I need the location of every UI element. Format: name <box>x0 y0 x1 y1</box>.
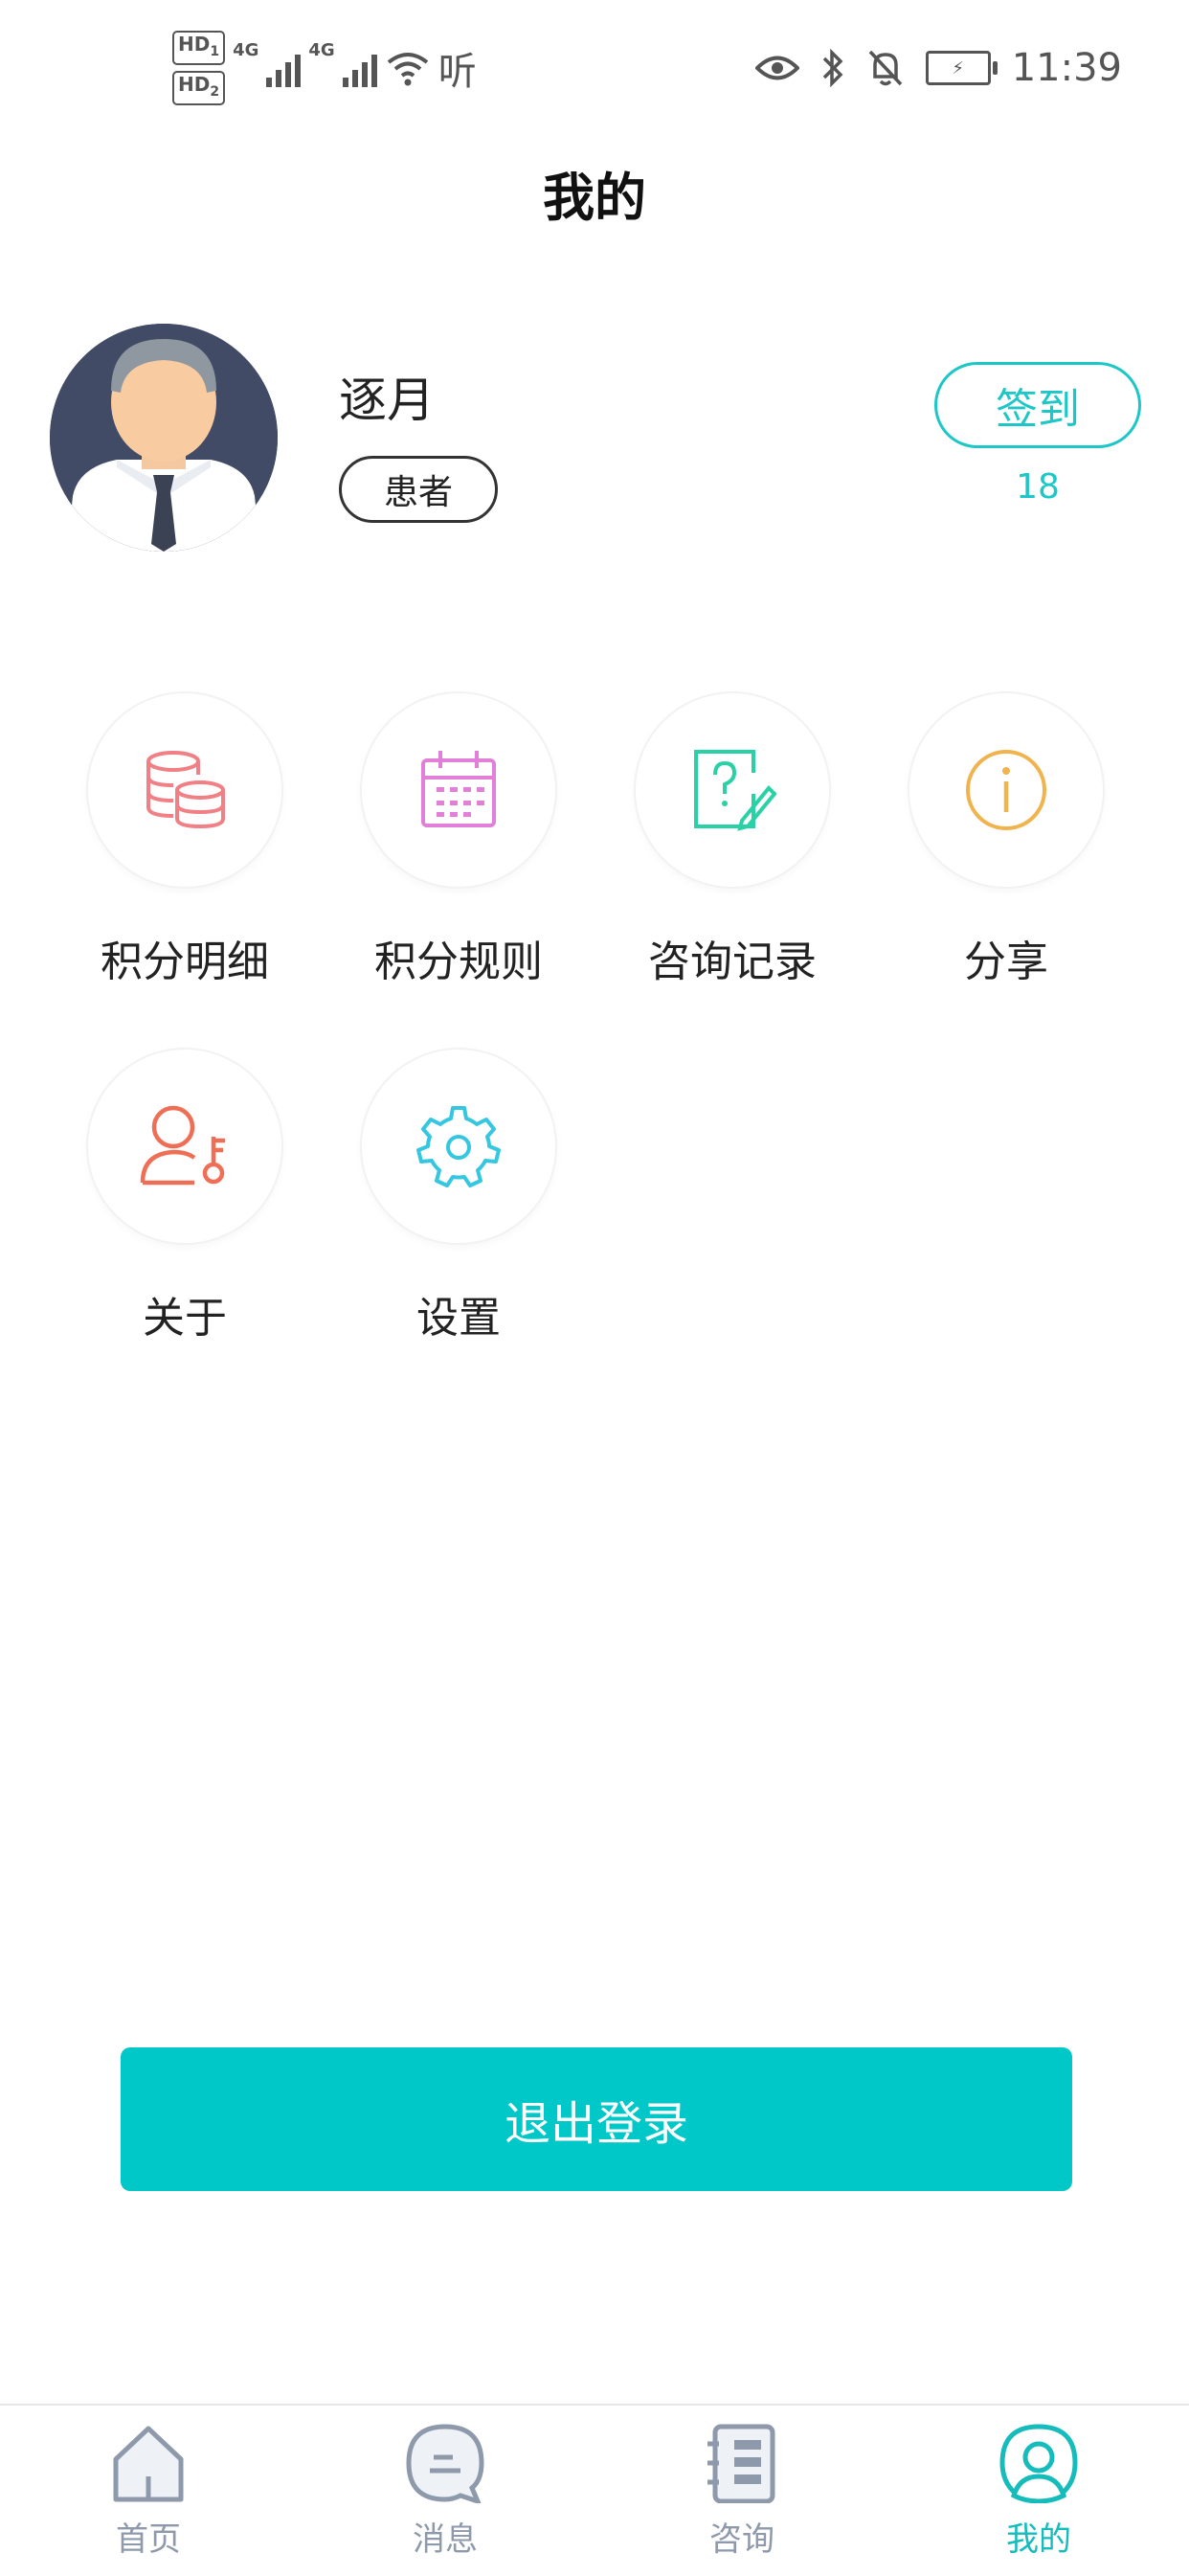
eye-icon <box>754 56 799 80</box>
signal-1-icon <box>266 49 302 87</box>
status-left: HD1 HD2 4G 4G 听 <box>172 31 477 105</box>
role-badge: 患者 <box>339 456 498 523</box>
menu-label: 分享 <box>964 938 1048 986</box>
tab-mine[interactable]: 我的 <box>890 2406 1187 2576</box>
profile-icon <box>999 2424 1078 2503</box>
menu-icon-circle <box>88 1050 281 1243</box>
menu-item-share[interactable]: 分享 <box>869 693 1143 1009</box>
tab-label: 首页 <box>116 2520 181 2559</box>
menu-label: 积分明细 <box>101 938 269 986</box>
user-name: 逐月 <box>339 373 435 428</box>
menu-item-points-detail[interactable]: 积分明细 <box>48 693 322 1009</box>
bottom-tab-bar: 首页 消息 咨询 我的 <box>0 2404 1189 2576</box>
menu-icon-circle <box>362 1050 555 1243</box>
tab-label: 咨询 <box>709 2520 774 2559</box>
coins-stack-icon <box>146 751 225 829</box>
message-icon <box>406 2424 484 2503</box>
menu-icon-circle <box>909 693 1103 887</box>
menu-item-points-rules[interactable]: 积分规则 <box>322 693 595 1009</box>
notebook-icon <box>707 2424 775 2503</box>
logout-button[interactable]: 退出登录 <box>121 2047 1072 2191</box>
home-icon <box>113 2426 184 2502</box>
signal-2-icon <box>342 49 377 87</box>
tab-messages[interactable]: 消息 <box>297 2406 594 2576</box>
hd1-icon: HD1 <box>172 31 226 65</box>
hd2-icon: HD2 <box>172 71 226 105</box>
page-title: 我的 <box>543 168 646 228</box>
tab-label: 消息 <box>413 2520 478 2559</box>
avatar-person-icon <box>50 324 278 552</box>
status-right: ⚡ 11:39 <box>754 38 1122 98</box>
network-type-2: 4G <box>308 40 335 60</box>
menu-item-settings[interactable]: 设置 <box>322 1050 595 1366</box>
network-type-1: 4G <box>233 40 259 60</box>
menu-icon-circle <box>362 693 555 887</box>
status-bar: HD1 HD2 4G 4G 听 ⚡ 11:39 <box>0 0 1189 134</box>
menu-label: 咨询记录 <box>648 938 817 986</box>
status-time: 11:39 <box>1011 46 1122 90</box>
question-edit-icon <box>694 750 776 831</box>
menu-icon-circle <box>636 693 829 887</box>
hd-indicators: HD1 HD2 <box>172 31 226 105</box>
avatar[interactable] <box>50 324 278 552</box>
menu-label: 积分规则 <box>374 938 543 986</box>
calendar-icon <box>421 751 496 827</box>
tab-home[interactable]: 首页 <box>0 2406 297 2576</box>
listen-icon: 听 <box>437 50 477 94</box>
battery-icon: ⚡ <box>925 51 998 85</box>
wifi-icon <box>387 53 428 86</box>
mute-bell-icon <box>868 50 902 86</box>
checkin-button[interactable]: 签到 <box>934 362 1141 448</box>
tab-label: 我的 <box>1006 2520 1071 2559</box>
menu-item-about[interactable]: 关于 <box>48 1050 322 1366</box>
checkin-count: 18 <box>1016 467 1060 507</box>
bluetooth-icon <box>822 48 843 88</box>
user-key-icon <box>140 1105 225 1186</box>
menu-label: 关于 <box>143 1294 227 1343</box>
gear-icon <box>416 1106 501 1187</box>
menu-item-consult-records[interactable]: 咨询记录 <box>595 693 869 1009</box>
menu-icon-circle <box>88 693 281 887</box>
tab-consult[interactable]: 咨询 <box>594 2406 890 2576</box>
info-circle-icon <box>966 750 1046 830</box>
menu-label: 设置 <box>416 1294 501 1343</box>
